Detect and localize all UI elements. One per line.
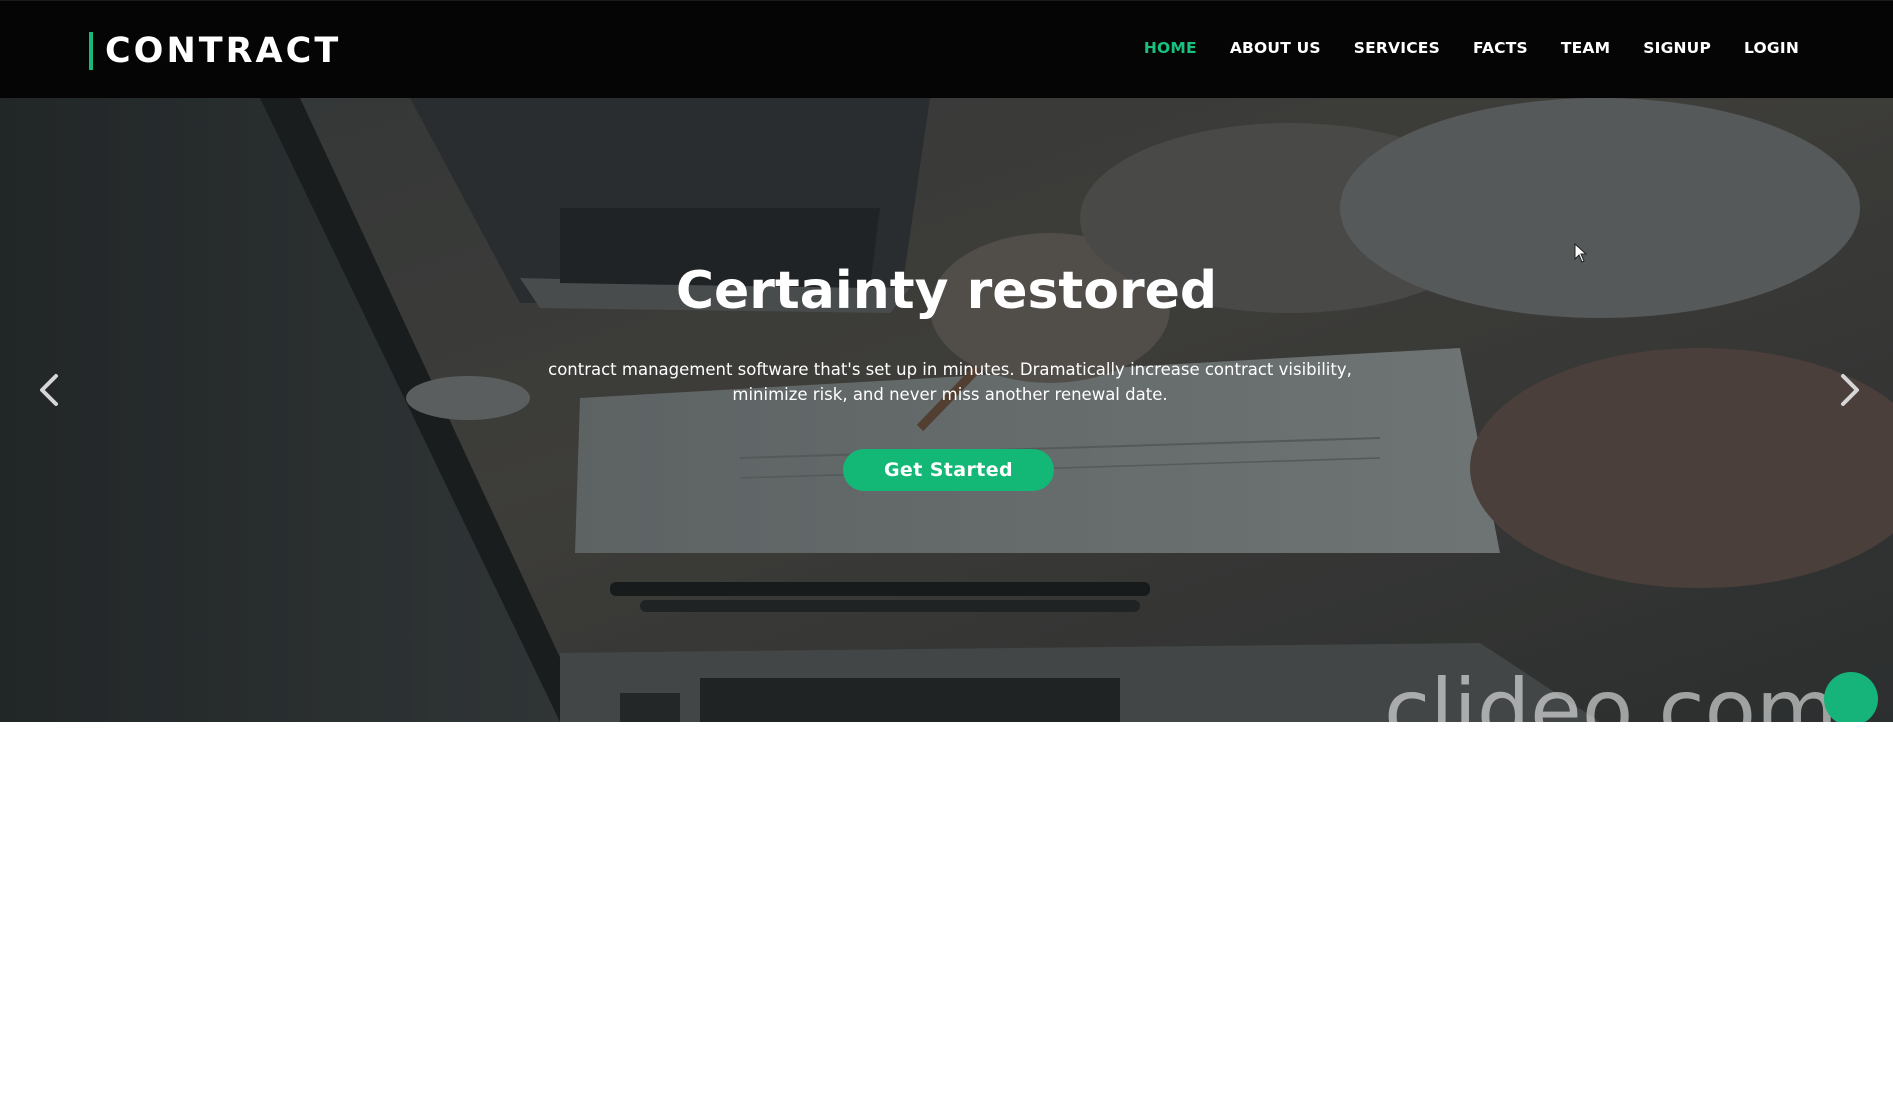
hero-title: Certainty restored <box>675 261 1218 321</box>
hero-dark-overlay <box>0 98 1893 722</box>
page: CONTRACT HOME ABOUT US SERVICES FACTS TE… <box>0 0 1893 1096</box>
nav-services[interactable]: SERVICES <box>1354 37 1440 59</box>
clideo-watermark: clideo.com <box>1384 668 1893 722</box>
nav-signup[interactable]: SIGNUP <box>1643 37 1711 59</box>
chevron-left-icon <box>40 374 58 406</box>
top-navbar: CONTRACT HOME ABOUT US SERVICES FACTS TE… <box>0 0 1893 98</box>
watermark-badge-icon <box>1824 672 1878 722</box>
nav-about-us[interactable]: ABOUT US <box>1230 37 1321 59</box>
nav-facts[interactable]: FACTS <box>1473 37 1528 59</box>
nav-home[interactable]: HOME <box>1144 37 1197 59</box>
chevron-right-icon <box>1841 374 1859 406</box>
nav-team[interactable]: TEAM <box>1561 37 1610 59</box>
hero-subtitle: contract management software that's set … <box>548 360 1352 404</box>
main-nav: HOME ABOUT US SERVICES FACTS TEAM SIGNUP… <box>1111 37 1799 59</box>
watermark-text: clideo.com <box>1384 668 1838 722</box>
brand-name: CONTRACT <box>105 31 342 71</box>
get-started-button[interactable]: Get Started <box>843 449 1054 491</box>
mouse-cursor-icon <box>1574 243 1588 263</box>
nav-login[interactable]: LOGIN <box>1744 37 1799 59</box>
brand-logo[interactable]: CONTRACT <box>89 32 341 70</box>
carousel-next-button[interactable] <box>1828 360 1874 420</box>
brand-accent-bar <box>89 32 93 70</box>
hero-carousel: Certainty restored contract management s… <box>0 98 1893 722</box>
carousel-prev-button[interactable] <box>25 360 71 420</box>
